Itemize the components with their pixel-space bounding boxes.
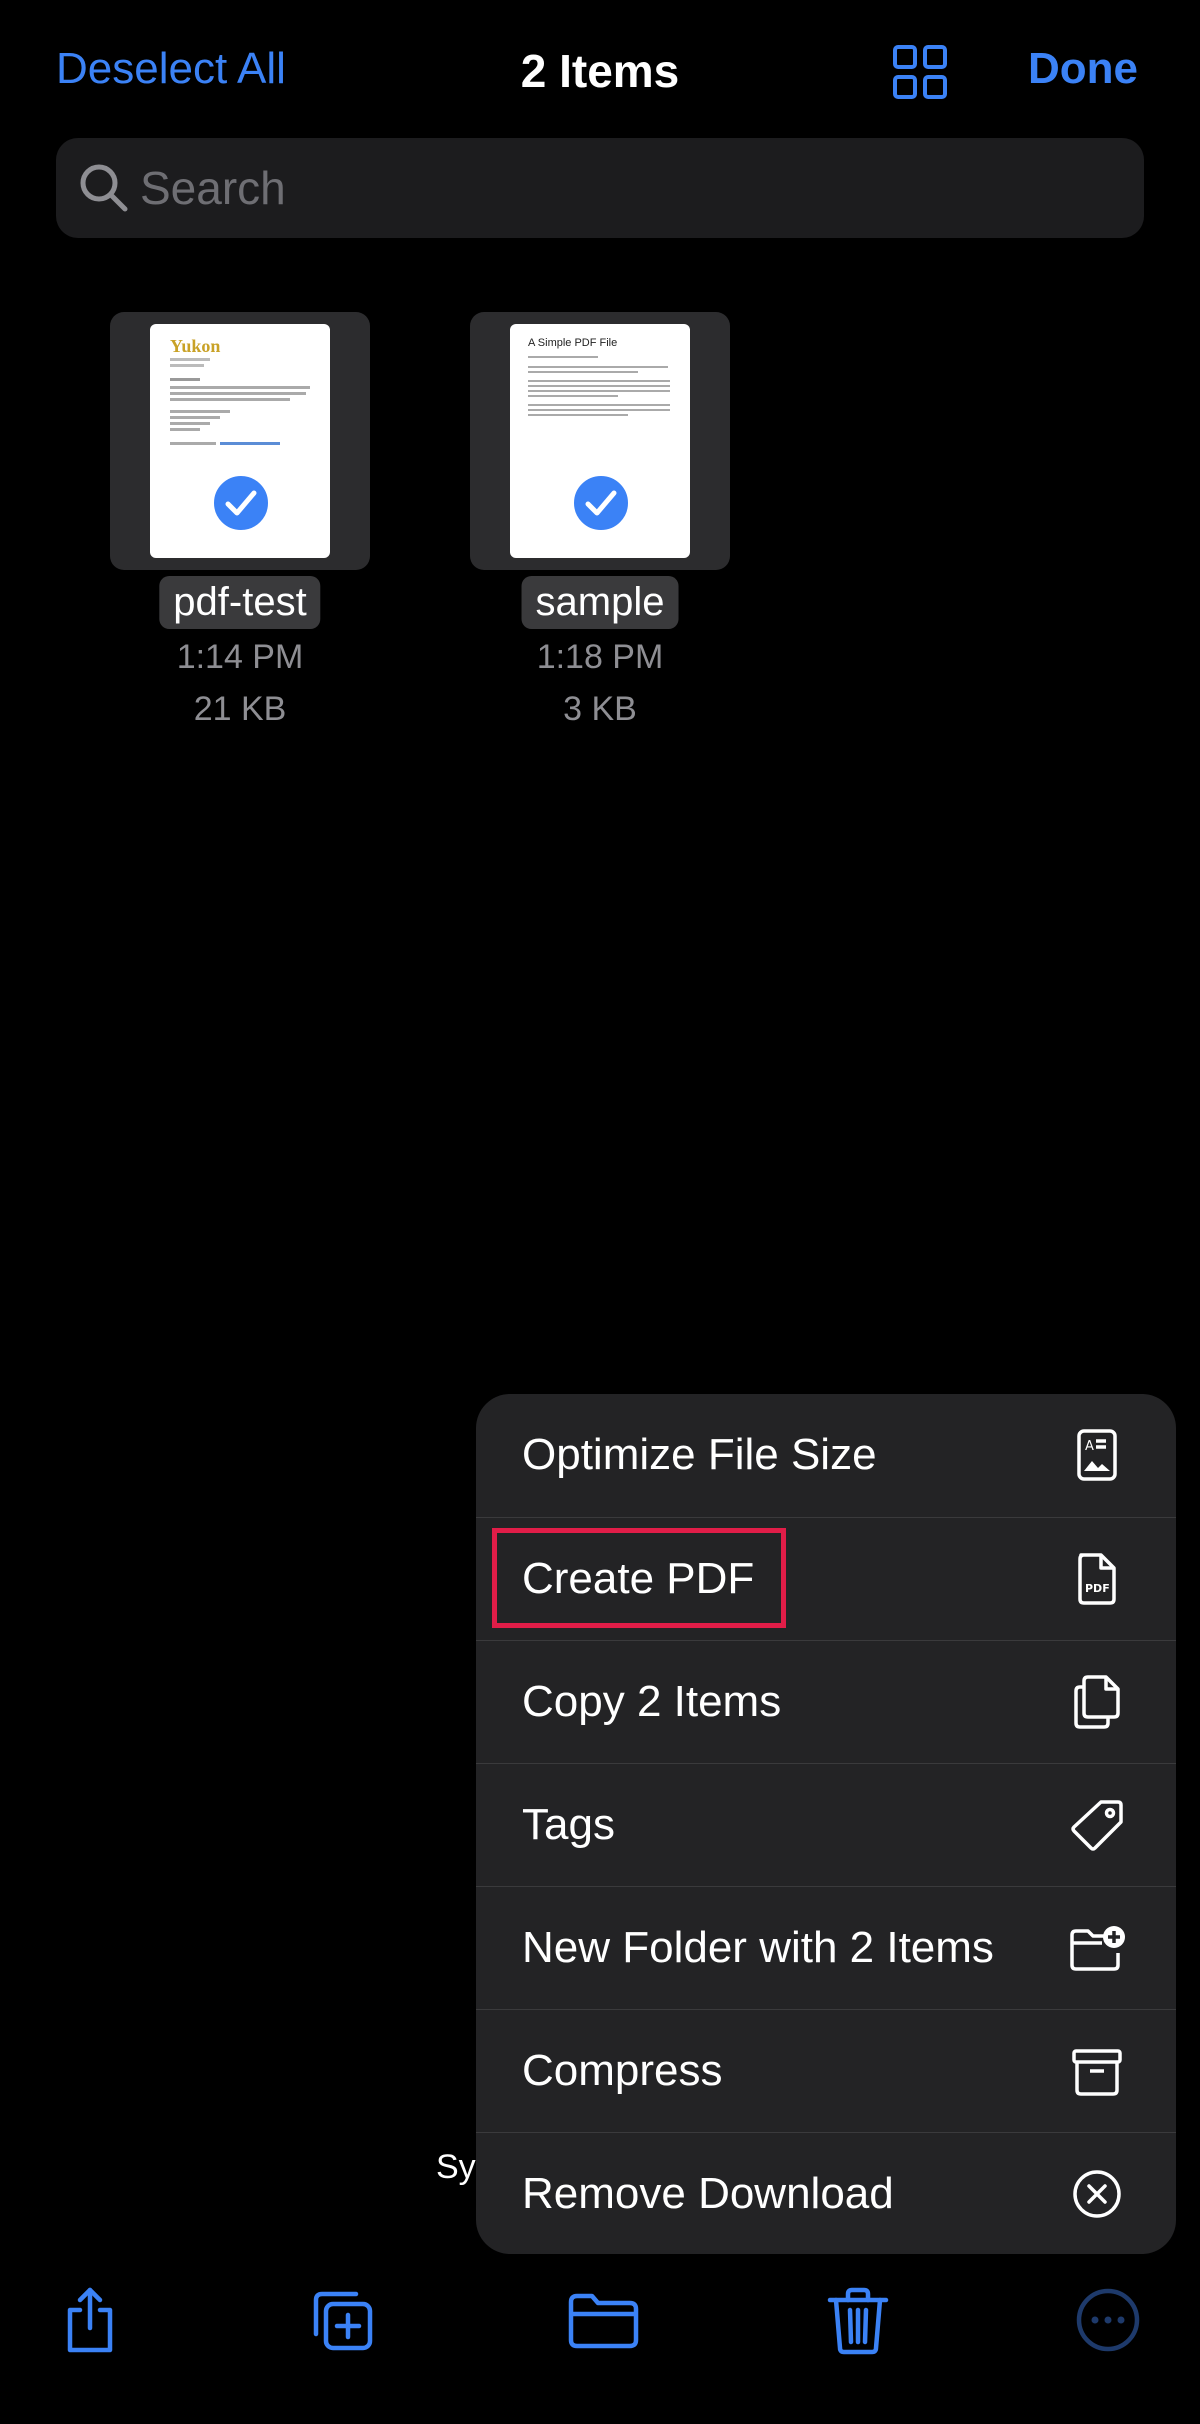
tag-icon (1068, 1796, 1126, 1854)
svg-text:PDF: PDF (1085, 1582, 1110, 1595)
file-modified-time: 1:14 PM (176, 638, 304, 676)
file-modified-time: 1:18 PM (536, 638, 664, 676)
optimize-doc-icon: A (1068, 1426, 1126, 1484)
file-size: 3 KB (563, 690, 637, 728)
duplicate-icon[interactable] (306, 2284, 378, 2356)
more-icon[interactable] (1072, 2284, 1144, 2356)
folder-plus-icon (1068, 1919, 1126, 1977)
search-bar[interactable] (56, 138, 1144, 238)
search-icon (78, 162, 130, 214)
menu-item-optimize-file-size[interactable]: Optimize File Size A (476, 1394, 1176, 1517)
menu-item-tags[interactable]: Tags (476, 1763, 1176, 1886)
pdf-doc-icon: PDF (1068, 1550, 1126, 1608)
selected-checkmark-icon (210, 472, 272, 534)
context-menu: Optimize File Size A Create PDF PDF Copy… (476, 1394, 1176, 2254)
share-icon[interactable] (54, 2284, 126, 2356)
menu-item-label: Tags (522, 1800, 615, 1849)
menu-item-new-folder-with-2-items[interactable]: New Folder with 2 Items (476, 1886, 1176, 2009)
thumbnail-logo: Yukon (170, 336, 220, 356)
done-button[interactable]: Done (1028, 44, 1138, 94)
thumbnail-heading: A Simple PDF File (528, 337, 617, 349)
move-folder-icon[interactable] (566, 2284, 642, 2356)
menu-item-copy-2-items[interactable]: Copy 2 Items (476, 1640, 1176, 1763)
grid-view-icon[interactable] (892, 44, 948, 100)
menu-item-label: Compress (522, 2046, 723, 2095)
selected-checkmark-icon (570, 472, 632, 534)
menu-item-label: New Folder with 2 Items (522, 1923, 994, 1972)
file-name[interactable]: pdf-test (159, 576, 321, 629)
x-circle-icon (1068, 2165, 1126, 2223)
deselect-all-button[interactable]: Deselect All (56, 44, 286, 94)
file-thumbnail[interactable]: A Simple PDF File (470, 312, 730, 570)
menu-item-label: Remove Download (522, 2169, 894, 2218)
svg-text:A: A (1085, 1439, 1094, 1454)
archive-box-icon (1068, 2042, 1126, 2100)
menu-item-create-pdf[interactable]: Create PDF PDF (476, 1517, 1176, 1640)
trash-icon[interactable] (822, 2284, 894, 2356)
search-input[interactable] (140, 138, 1120, 238)
menu-item-label: Optimize File Size (522, 1430, 877, 1479)
background-label: Sy (436, 2148, 476, 2186)
navigation-bar: Deselect All 2 Items Done (0, 0, 1200, 140)
bottom-toolbar (0, 2270, 1200, 2424)
file-size: 21 KB (193, 690, 287, 728)
file-thumbnail[interactable]: Yukon (110, 312, 370, 570)
menu-item-label: Copy 2 Items (522, 1677, 782, 1726)
menu-item-compress[interactable]: Compress (476, 2009, 1176, 2132)
file-name[interactable]: sample (521, 576, 679, 629)
menu-item-label: Create PDF (522, 1554, 755, 1603)
copy-docs-icon (1068, 1673, 1126, 1731)
menu-item-remove-download[interactable]: Remove Download (476, 2132, 1176, 2254)
